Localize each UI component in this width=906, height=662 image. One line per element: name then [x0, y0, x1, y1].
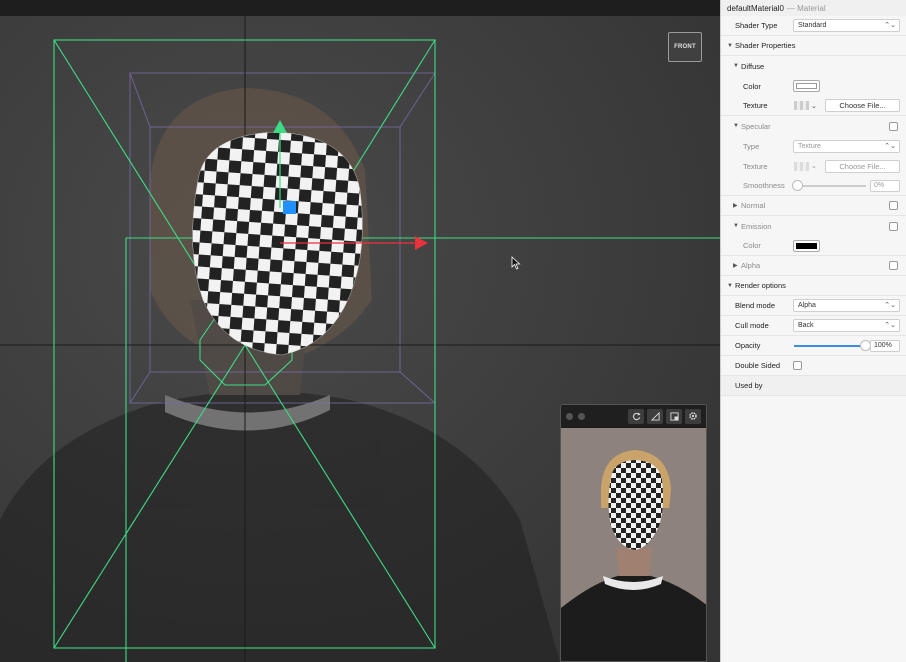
expanded-caret-icon: ▼: [733, 63, 739, 69]
normal-label: Normal: [741, 201, 766, 210]
shader-properties-header[interactable]: ▼ Shader Properties: [721, 36, 906, 56]
emission-label: Emission: [741, 221, 772, 231]
viewport-top-bar: [0, 0, 720, 16]
screen-icon[interactable]: [666, 408, 682, 424]
diffuse-choose-file-button[interactable]: Choose File...: [825, 99, 900, 112]
double-sided-checkbox[interactable]: [793, 361, 802, 370]
smoothness-row: Smoothness 0%: [721, 176, 906, 196]
specular-texture-row: Texture ⌄ Choose File...: [721, 156, 906, 176]
chevron-down-icon: ⌄: [811, 163, 817, 170]
render-options-header[interactable]: ▼ Render options: [721, 276, 906, 296]
opacity-label: Opacity: [735, 341, 761, 350]
smoothness-value[interactable]: 0%: [870, 179, 900, 192]
device-preview-window: [560, 404, 707, 662]
blend-mode-value: Alpha: [798, 302, 816, 309]
double-sided-label: Double Sided: [735, 361, 781, 370]
cull-mode-row: Cull mode Back ⌃⌄: [721, 316, 906, 336]
specular-header[interactable]: ▼ Specular: [721, 116, 906, 136]
chevron-down-icon: ⌄: [811, 102, 817, 110]
specular-texture-dropdown[interactable]: ⌄: [794, 160, 824, 172]
emission-color-swatch[interactable]: [793, 239, 820, 252]
emission-color-label: Color: [743, 241, 761, 250]
preview-toolbar: [561, 405, 706, 427]
diffuse-texture-label: Texture: [743, 101, 768, 110]
specular-type-row: Type Texture ⌃⌄: [721, 136, 906, 156]
diffuse-header[interactable]: ▼ Diffuse: [721, 56, 906, 76]
emission-color-row: Color: [721, 236, 906, 256]
texture-thumbnail: [794, 101, 809, 110]
smoothness-slider[interactable]: [792, 179, 866, 192]
window-close-dot[interactable]: [566, 412, 573, 420]
select-arrows-icon: ⌃⌄: [884, 142, 896, 150]
diffuse-color-label: Color: [743, 81, 761, 91]
render-options-label: Render options: [735, 281, 786, 290]
emission-header[interactable]: ▼ Emission: [721, 216, 906, 236]
blend-mode-label: Blend mode: [735, 301, 776, 310]
material-type-label: — Material: [786, 3, 826, 13]
specular-type-select[interactable]: Texture ⌃⌄: [793, 139, 900, 153]
diffuse-color-row: Color: [721, 76, 906, 96]
select-arrows-icon: ⌃⌄: [884, 302, 896, 309]
specular-type-value: Texture: [798, 142, 821, 150]
expanded-caret-icon: ▼: [733, 223, 739, 229]
front-view-button[interactable]: FRONT: [668, 32, 702, 62]
window-minimize-dot[interactable]: [578, 412, 585, 420]
cull-mode-value: Back: [798, 322, 814, 329]
shader-type-row: Shader Type Standard ⌃⌄: [721, 16, 906, 36]
inspector-title: defaultMaterial0 — Material: [721, 0, 906, 16]
blend-mode-select[interactable]: Alpha ⌃⌄: [793, 299, 900, 312]
diffuse-color-swatch[interactable]: [793, 80, 820, 92]
double-sided-row: Double Sided: [721, 356, 906, 376]
alpha-header[interactable]: ▶ Alpha: [721, 256, 906, 276]
opacity-row: Opacity 100%: [721, 336, 906, 356]
alpha-label: Alpha: [741, 261, 761, 270]
used-by-label: Used by: [735, 381, 763, 390]
preview-camera-feed: [561, 428, 706, 661]
diffuse-texture-dropdown[interactable]: ⌄: [794, 100, 824, 112]
normal-checkbox[interactable]: [889, 201, 898, 210]
signal-icon[interactable]: [647, 408, 663, 424]
scene-viewport[interactable]: FRONT: [0, 0, 720, 662]
shader-type-value: Standard: [798, 22, 827, 29]
normal-header[interactable]: ▶ Normal: [721, 196, 906, 216]
shader-type-select[interactable]: Standard ⌃⌄: [793, 19, 900, 32]
used-by-section: Used by: [721, 376, 906, 396]
select-arrows-icon: ⌃⌄: [884, 322, 896, 329]
specular-texture-label: Texture: [743, 161, 768, 171]
gear-icon[interactable]: [685, 408, 701, 424]
z-axis-handle: [283, 201, 296, 214]
shader-properties-label: Shader Properties: [735, 41, 796, 50]
shader-type-label: Shader Type: [735, 21, 778, 30]
diffuse-texture-row: Texture ⌄ Choose File...: [721, 96, 906, 116]
emission-checkbox[interactable]: [889, 221, 898, 231]
opacity-value[interactable]: 100%: [870, 339, 900, 352]
mouse-cursor-icon: [511, 256, 521, 270]
expanded-caret-icon: ▼: [727, 282, 733, 289]
specular-label: Specular: [741, 121, 771, 131]
specular-checkbox[interactable]: [889, 121, 898, 131]
diffuse-label: Diffuse: [741, 61, 765, 71]
collapsed-caret-icon: ▶: [733, 263, 738, 269]
blend-mode-row: Blend mode Alpha ⌃⌄: [721, 296, 906, 316]
opacity-slider[interactable]: [794, 339, 871, 352]
rotate-icon[interactable]: [628, 408, 644, 424]
cull-mode-label: Cull mode: [735, 321, 769, 330]
material-name: defaultMaterial0: [727, 3, 784, 13]
cull-mode-select[interactable]: Back ⌃⌄: [793, 319, 900, 332]
alpha-checkbox[interactable]: [889, 261, 898, 270]
expanded-caret-icon: ▼: [727, 42, 733, 49]
specular-type-label: Type: [743, 141, 760, 151]
material-inspector-panel: defaultMaterial0 — Material Shader Type …: [720, 0, 906, 662]
smoothness-label: Smoothness: [743, 181, 785, 190]
collapsed-caret-icon: ▶: [733, 203, 738, 209]
specular-choose-file-button[interactable]: Choose File...: [825, 159, 900, 173]
select-arrows-icon: ⌃⌄: [884, 22, 896, 29]
texture-thumbnail: [794, 161, 809, 171]
expanded-caret-icon: ▼: [733, 123, 739, 129]
